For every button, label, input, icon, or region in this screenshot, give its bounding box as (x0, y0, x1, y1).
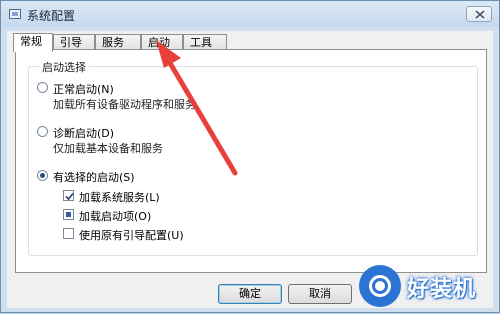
checkbox-load-startup-items-label: 加载启动项(O) (79, 210, 152, 223)
cancel-button[interactable]: 取消 (288, 284, 352, 304)
tab-general[interactable]: 常规 (13, 33, 53, 52)
normal-startup-description: 加载所有设备驱动程序和服务 (53, 98, 196, 111)
radio-diagnostic-label: 诊断启动(D) (53, 127, 115, 140)
tab-tools[interactable]: 工具 (183, 34, 227, 50)
checkbox-use-original-boot-config-label: 使用原有引导配置(U) (79, 229, 184, 242)
watermark-text: 好装机 (407, 277, 477, 302)
tab-startup[interactable]: 启动 (141, 34, 183, 50)
watermark-logo-icon (359, 265, 401, 307)
checkbox-load-system-services-label: 加载系统服务(L) (79, 191, 160, 204)
watermark: 好装机 (359, 263, 499, 309)
checkbox-load-startup-items-box[interactable] (63, 209, 74, 220)
radio-diagnostic-indicator[interactable] (37, 126, 48, 137)
tab-boot[interactable]: 引导 (53, 34, 95, 50)
system-config-window: 系统配置 常规 引导 服务 启动 工具 启动选择 正常启动(N) 加载所有设备驱… (0, 0, 500, 313)
system-config-icon (9, 9, 21, 19)
window-title: 系统配置 (27, 9, 76, 23)
diagnostic-startup-description: 仅加载基本设备和服务 (53, 142, 163, 155)
radio-normal-label: 正常启动(N) (53, 83, 114, 96)
startup-selection-group: 启动选择 正常启动(N) 加载所有设备驱动程序和服务 诊断启动(D) 仅加载基本… (28, 59, 478, 256)
tab-services[interactable]: 服务 (95, 34, 141, 50)
checkmark-icon (65, 192, 74, 201)
close-icon (475, 10, 485, 19)
group-legend: 启动选择 (39, 59, 89, 75)
radio-normal-indicator[interactable] (37, 82, 48, 93)
checkbox-load-system-services-box[interactable] (63, 190, 74, 201)
ok-button[interactable]: 确定 (218, 284, 282, 304)
checkbox-use-original-boot-config-box[interactable] (63, 228, 74, 239)
radio-selective-indicator[interactable] (37, 170, 48, 181)
close-button[interactable] (466, 6, 492, 22)
radio-selective-label: 有选择的启动(S) (53, 171, 135, 184)
general-tab-panel: 启动选择 正常启动(N) 加载所有设备驱动程序和服务 诊断启动(D) 仅加载基本… (15, 49, 487, 273)
title-bar[interactable]: 系统配置 (1, 1, 499, 27)
